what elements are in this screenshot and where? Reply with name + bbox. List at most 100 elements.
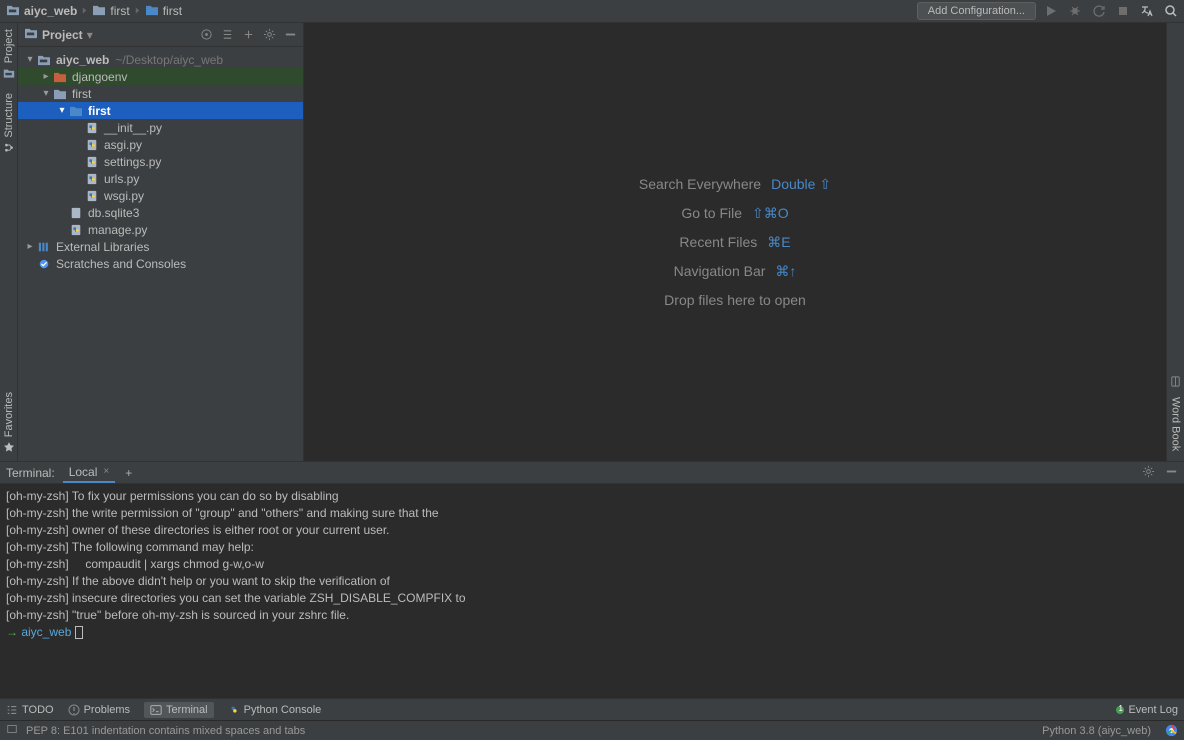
welcome-search: Search EverywhereDouble ⇧ xyxy=(639,176,831,193)
status-pep-warning[interactable]: PEP 8: E101 indentation contains mixed s… xyxy=(26,725,305,737)
status-bar: PEP 8: E101 indentation contains mixed s… xyxy=(0,720,1184,740)
tree-node-first-inner[interactable]: ▾ first xyxy=(18,102,303,119)
tree-label: Scratches and Consoles xyxy=(56,257,186,271)
crumb-first[interactable]: first xyxy=(110,4,129,18)
terminal-line: [oh-my-zsh] "true" before oh-my-zsh is s… xyxy=(6,607,1178,624)
tab-event-log[interactable]: 1Event Log xyxy=(1116,704,1178,716)
tree-node-asgi[interactable]: asgi.py xyxy=(18,136,303,153)
tree-label: db.sqlite3 xyxy=(88,206,139,220)
project-tree: ▾ aiyc_web ~/Desktop/aiyc_web ▸ djangoen… xyxy=(18,47,303,461)
terminal-line: [oh-my-zsh] The following command may he… xyxy=(6,539,1178,556)
python-file-icon xyxy=(84,173,100,185)
tree-sublabel: ~/Desktop/aiyc_web xyxy=(115,53,223,67)
tab-structure[interactable]: Structure xyxy=(3,93,15,154)
expand-all-icon[interactable] xyxy=(221,28,234,41)
folder-icon xyxy=(52,88,68,100)
terminal-line: [oh-my-zsh] compaudit | xargs chmod g-w,… xyxy=(6,556,1178,573)
search-icon[interactable] xyxy=(1164,4,1178,18)
hide-icon[interactable] xyxy=(284,28,297,41)
tree-label: settings.py xyxy=(104,155,161,169)
chevron-right-icon xyxy=(81,4,88,18)
target-icon[interactable] xyxy=(200,28,213,41)
window-icon[interactable] xyxy=(6,723,18,738)
breadcrumb: aiyc_web first first xyxy=(6,4,182,19)
terminal-line: [oh-my-zsh] If the above didn't help or … xyxy=(6,573,1178,590)
crumb-first-inner[interactable]: first xyxy=(163,4,182,18)
translate-icon[interactable] xyxy=(1140,4,1154,18)
stop-icon[interactable] xyxy=(1116,4,1130,18)
cursor xyxy=(75,626,83,639)
tab-python-console[interactable]: Python Console xyxy=(228,704,322,716)
bottom-tool-bar: TODO Problems Terminal Python Console 1E… xyxy=(0,698,1184,720)
terminal-prompt[interactable]: → aiyc_web xyxy=(6,624,1178,641)
left-tool-strip: Project Structure Favorites xyxy=(0,23,18,461)
editor-empty-state: Search EverywhereDouble ⇧ Go to File⇧⌘O … xyxy=(304,23,1166,461)
hide-icon[interactable] xyxy=(1165,465,1178,481)
terminal-output[interactable]: [oh-my-zsh] To fix your permissions you … xyxy=(0,484,1184,698)
tree-node-init[interactable]: __init__.py xyxy=(18,119,303,136)
dropdown-icon[interactable]: ▾ xyxy=(87,28,93,42)
tree-node-manage[interactable]: manage.py xyxy=(18,221,303,238)
status-python-interpreter[interactable]: Python 3.8 (aiyc_web) xyxy=(1042,725,1151,737)
close-tab-icon[interactable]: × xyxy=(103,466,109,477)
library-icon xyxy=(36,241,52,253)
tree-node-djangoenv[interactable]: ▸ djangoenv xyxy=(18,68,303,85)
debug-icon[interactable] xyxy=(1068,4,1082,18)
new-terminal-button[interactable]: + xyxy=(125,466,132,480)
project-panel-header: Project ▾ xyxy=(18,23,303,47)
tab-wordbook[interactable]: Word Book xyxy=(1170,397,1182,451)
tab-problems[interactable]: Problems xyxy=(68,704,130,716)
terminal-header: Terminal: Local × + xyxy=(0,462,1184,484)
folder-icon xyxy=(92,4,106,19)
python-file-icon xyxy=(84,122,100,134)
terminal-line: [oh-my-zsh] the write permission of "gro… xyxy=(6,505,1178,522)
project-icon xyxy=(6,4,20,19)
gear-icon[interactable] xyxy=(1142,465,1155,481)
tab-favorites[interactable]: Favorites xyxy=(3,392,15,453)
right-tool-strip: Word Book xyxy=(1166,23,1184,461)
folder-icon xyxy=(52,71,68,83)
tree-label: __init__.py xyxy=(104,121,162,135)
terminal-tab-local[interactable]: Local × xyxy=(63,463,116,483)
navigation-bar: aiyc_web first first Add Configuration..… xyxy=(0,0,1184,23)
tab-project[interactable]: Project xyxy=(3,29,15,79)
file-icon xyxy=(68,207,84,219)
welcome-drop: Drop files here to open xyxy=(664,292,806,308)
tree-node-db[interactable]: db.sqlite3 xyxy=(18,204,303,221)
run-icon[interactable] xyxy=(1044,4,1058,18)
python-file-icon xyxy=(84,156,100,168)
chevron-right-icon xyxy=(134,4,141,18)
terminal-line: [oh-my-zsh] owner of these directories i… xyxy=(6,522,1178,539)
tree-label: urls.py xyxy=(104,172,139,186)
add-configuration-button[interactable]: Add Configuration... xyxy=(917,2,1036,20)
collapse-all-icon[interactable] xyxy=(242,28,255,41)
tree-node-root[interactable]: ▾ aiyc_web ~/Desktop/aiyc_web xyxy=(18,51,303,68)
tab-terminal[interactable]: Terminal xyxy=(144,702,214,718)
tree-node-settings[interactable]: settings.py xyxy=(18,153,303,170)
welcome-goto: Go to File⇧⌘O xyxy=(681,205,788,222)
project-panel: Project ▾ ▾ aiyc_web ~/Desktop/aiyc_web … xyxy=(18,23,304,461)
tree-node-extlib[interactable]: ▸ External Libraries xyxy=(18,238,303,255)
chrome-icon[interactable] xyxy=(1165,724,1178,737)
terminal-tool-window: Terminal: Local × + [oh-my-zsh] To fix y… xyxy=(0,461,1184,698)
tree-node-first-outer[interactable]: ▾ first xyxy=(18,85,303,102)
tree-node-wsgi[interactable]: wsgi.py xyxy=(18,187,303,204)
book-icon[interactable] xyxy=(1169,375,1182,391)
gear-icon[interactable] xyxy=(263,28,276,41)
tree-node-scratches[interactable]: Scratches and Consoles xyxy=(18,255,303,272)
tree-node-urls[interactable]: urls.py xyxy=(18,170,303,187)
rerun-icon[interactable] xyxy=(1092,4,1106,18)
terminal-tab-label: Local xyxy=(69,465,98,479)
tree-label: asgi.py xyxy=(104,138,142,152)
scratches-icon xyxy=(36,258,52,270)
folder-icon xyxy=(145,4,159,19)
crumb-root[interactable]: aiyc_web xyxy=(24,4,77,18)
terminal-line: [oh-my-zsh] insecure directories you can… xyxy=(6,590,1178,607)
welcome-navbar: Navigation Bar⌘↑ xyxy=(674,263,797,280)
tab-todo[interactable]: TODO xyxy=(6,704,54,716)
terminal-line: [oh-my-zsh] To fix your permissions you … xyxy=(6,488,1178,505)
tree-label: djangoenv xyxy=(72,70,127,84)
project-icon xyxy=(24,27,38,42)
tree-label: manage.py xyxy=(88,223,147,237)
project-panel-title[interactable]: Project xyxy=(42,28,83,42)
